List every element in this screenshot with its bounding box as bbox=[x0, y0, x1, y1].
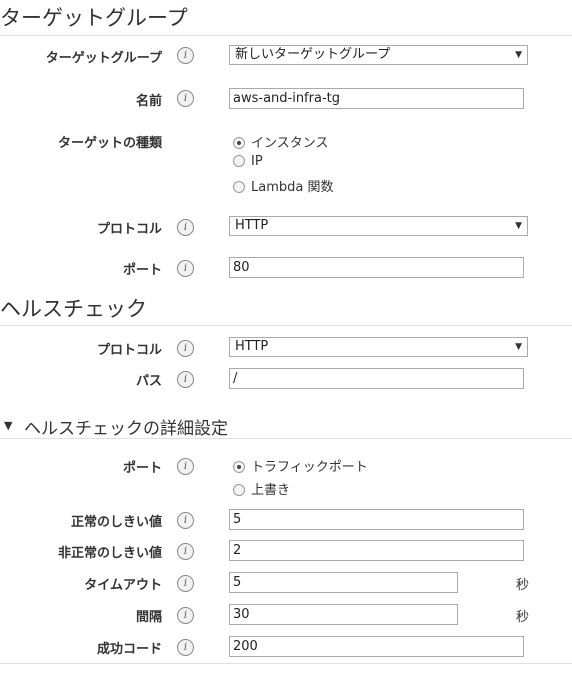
section-divider bbox=[0, 35, 572, 36]
health-protocol-label: プロトコル bbox=[96, 343, 162, 358]
port-input[interactable]: 80 bbox=[229, 257, 524, 278]
chevron-down-icon: ▼ bbox=[515, 342, 522, 352]
interval-unit: 秒 bbox=[516, 610, 530, 625]
chevron-down-icon: ▼ bbox=[515, 50, 522, 60]
unhealthy-threshold-label: 非正常のしきい値 bbox=[57, 546, 162, 561]
radio-unselected-icon bbox=[233, 483, 245, 496]
info-icon[interactable]: i bbox=[177, 219, 194, 236]
radio-label: 上書き bbox=[251, 483, 291, 498]
info-icon[interactable]: i bbox=[177, 340, 194, 357]
name-input[interactable]: aws-and-infra-tg bbox=[229, 88, 524, 109]
chevron-down-icon: ▼ bbox=[515, 221, 522, 231]
radio-label: インスタンス bbox=[251, 136, 329, 151]
target-group-section-title: ターゲットグループ bbox=[0, 6, 188, 30]
adv-port-radio-traffic[interactable]: トラフィックポート bbox=[233, 456, 368, 475]
info-icon[interactable]: i bbox=[177, 47, 194, 64]
health-protocol-select-value: HTTP bbox=[235, 339, 269, 354]
radio-label: Lambda 関数 bbox=[251, 180, 334, 195]
timeout-label: タイムアウト bbox=[84, 578, 162, 593]
health-protocol-select[interactable]: HTTP ▼ bbox=[229, 337, 528, 357]
info-icon[interactable]: i bbox=[177, 607, 194, 624]
unhealthy-threshold-input[interactable]: 2 bbox=[229, 540, 524, 561]
timeout-unit: 秒 bbox=[516, 578, 530, 593]
protocol-select[interactable]: HTTP ▼ bbox=[229, 216, 528, 236]
section-divider bbox=[0, 438, 572, 439]
info-icon[interactable]: i bbox=[177, 90, 194, 107]
target-group-label: ターゲットグループ bbox=[45, 51, 162, 66]
info-icon[interactable]: i bbox=[177, 512, 194, 529]
section-divider bbox=[0, 663, 572, 664]
healthy-threshold-label: 正常のしきい値 bbox=[70, 515, 162, 530]
adv-port-label: ポート bbox=[122, 461, 162, 476]
target-group-select[interactable]: 新しいターゲットグループ ▼ bbox=[229, 45, 528, 65]
info-icon[interactable]: i bbox=[177, 371, 194, 388]
protocol-label: プロトコル bbox=[96, 222, 162, 237]
radio-label: トラフィックポート bbox=[251, 460, 368, 475]
protocol-select-value: HTTP bbox=[235, 218, 269, 233]
success-codes-input[interactable]: 200 bbox=[229, 636, 524, 657]
healthy-threshold-input[interactable]: 5 bbox=[229, 509, 524, 530]
section-divider bbox=[0, 325, 572, 326]
interval-input[interactable]: 30 bbox=[229, 604, 458, 625]
interval-label: 間隔 bbox=[135, 610, 162, 625]
advanced-settings-title[interactable]: ヘルスチェックの詳細設定 bbox=[24, 414, 228, 439]
info-icon[interactable]: i bbox=[177, 260, 194, 277]
info-icon[interactable]: i bbox=[177, 458, 194, 475]
target-type-radio-lambda[interactable]: Lambda 関数 bbox=[233, 176, 333, 195]
radio-unselected-icon bbox=[233, 180, 245, 193]
radio-label: IP bbox=[251, 154, 263, 169]
target-type-label: ターゲットの種類 bbox=[57, 136, 162, 151]
timeout-input[interactable]: 5 bbox=[229, 572, 458, 593]
info-icon[interactable]: i bbox=[177, 543, 194, 560]
target-type-radio-instance[interactable]: インスタンス bbox=[233, 132, 328, 151]
collapse-toggle-icon[interactable]: ▼ bbox=[4, 419, 12, 432]
success-codes-label: 成功コード bbox=[96, 642, 162, 657]
target-type-radio-ip[interactable]: IP bbox=[233, 154, 263, 169]
name-label: 名前 bbox=[135, 94, 162, 109]
adv-port-radio-override[interactable]: 上書き bbox=[233, 479, 290, 498]
info-icon[interactable]: i bbox=[177, 639, 194, 656]
radio-unselected-icon bbox=[233, 154, 245, 167]
health-check-section-title: ヘルスチェック bbox=[0, 297, 147, 321]
radio-selected-icon bbox=[233, 460, 245, 473]
path-input[interactable]: / bbox=[229, 368, 524, 389]
path-label: パス bbox=[135, 374, 162, 389]
port-label: ポート bbox=[122, 263, 162, 278]
radio-selected-icon bbox=[233, 136, 245, 149]
target-group-select-value: 新しいターゲットグループ bbox=[235, 47, 391, 62]
info-icon[interactable]: i bbox=[177, 575, 194, 592]
